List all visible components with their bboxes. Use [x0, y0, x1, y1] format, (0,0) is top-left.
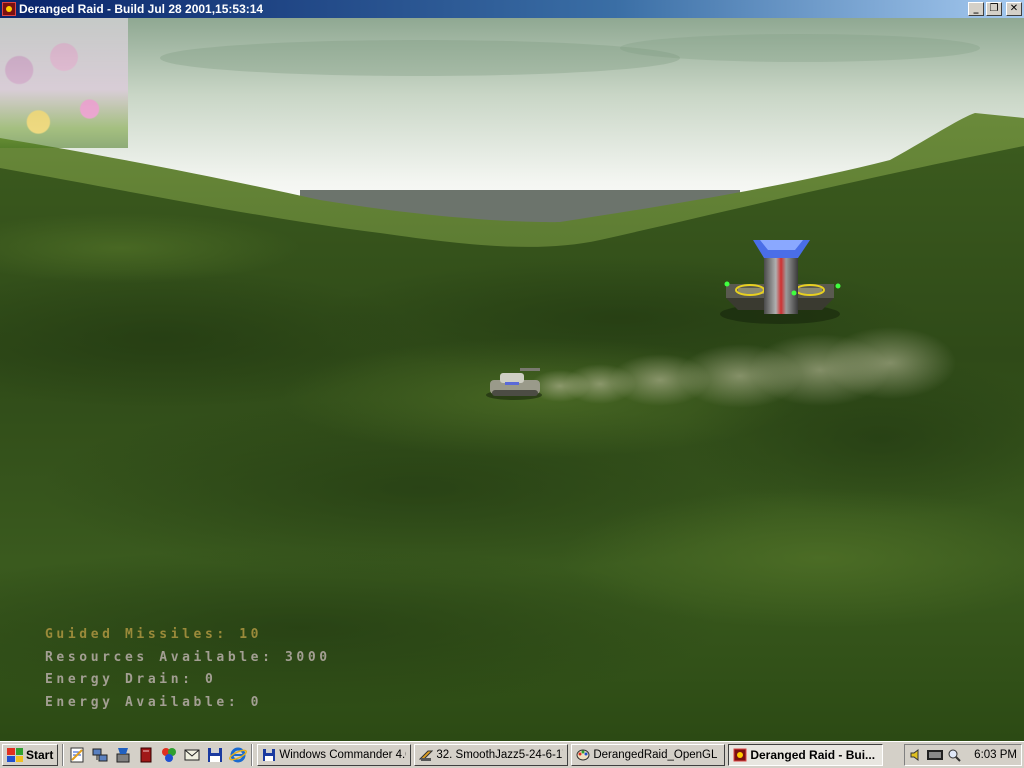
taskbar-separator	[62, 744, 65, 766]
hud-panel: Guided Missiles: 10 Resources Available:…	[45, 624, 331, 714]
minimap[interactable]	[0, 18, 128, 148]
floppy-icon	[263, 749, 276, 761]
media-icon[interactable]	[160, 746, 178, 764]
floppy-icon[interactable]	[206, 746, 224, 764]
notepad-icon[interactable]	[68, 746, 86, 764]
system-tray: 6:03 PM	[904, 744, 1022, 766]
quick-launch	[68, 746, 248, 764]
window-controls: _ ❐ ✕	[968, 2, 1022, 16]
task-smoothjazz[interactable]: 32. SmoothJazz5-24-6-17...	[414, 744, 569, 766]
minimize-button[interactable]: _	[968, 2, 984, 16]
close-button[interactable]: ✕	[1006, 2, 1022, 16]
energy-drain-readout: Energy Drain: 0	[45, 672, 217, 688]
taskbar-separator	[251, 744, 254, 766]
start-label: Start	[26, 748, 54, 762]
task-derangedraid-opengl[interactable]: DerangedRaid_OpenGL -...	[571, 744, 726, 766]
energy-available-readout: Energy Available: 0	[45, 694, 263, 710]
window-titlebar[interactable]: Deranged Raid - Build Jul 28 2001,15:53:…	[0, 0, 1024, 18]
book-icon[interactable]	[137, 746, 155, 764]
taskbar: Start Windows Commander 4. 32. SmoothJaz…	[0, 741, 1024, 768]
task-windows-commander[interactable]: Windows Commander 4.0...	[257, 744, 412, 766]
tools-icon[interactable]	[114, 746, 132, 764]
maximize-button[interactable]: ❐	[986, 2, 1002, 16]
network-icon[interactable]	[91, 746, 109, 764]
task-label: Windows Commander 4.0...	[279, 749, 406, 761]
mail-icon[interactable]	[183, 746, 201, 764]
task-deranged-raid[interactable]: Deranged Raid - Bui...	[728, 744, 884, 766]
clock[interactable]: 6:03 PM	[974, 749, 1017, 761]
task-label: 32. SmoothJazz5-24-6-17...	[436, 749, 563, 761]
display-icon[interactable]	[926, 748, 944, 762]
windows-logo-icon	[7, 748, 23, 762]
resources-readout: Resources Available: 3000	[45, 649, 331, 665]
ie-icon[interactable]	[229, 746, 248, 764]
task-label: Deranged Raid - Bui...	[750, 748, 876, 762]
palette-icon	[576, 749, 590, 761]
speaker-icon[interactable]	[909, 748, 923, 762]
guided-missiles-readout: Guided Missiles: 10	[45, 627, 263, 642]
app-icon	[733, 748, 747, 762]
magnifier-icon[interactable]	[947, 748, 961, 762]
app-icon[interactable]	[2, 2, 16, 16]
window-title: Deranged Raid - Build Jul 28 2001,15:53:…	[19, 2, 264, 16]
game-viewport[interactable]: Guided Missiles: 10 Resources Available:…	[0, 18, 1024, 741]
task-label: DerangedRaid_OpenGL -...	[593, 749, 721, 761]
winamp-icon	[419, 750, 434, 761]
start-button[interactable]: Start	[2, 744, 59, 766]
